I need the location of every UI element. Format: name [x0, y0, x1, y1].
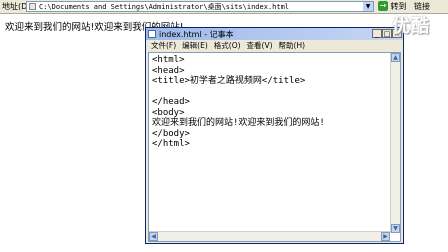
code-line: <head>	[152, 65, 185, 76]
code-line: </head>	[152, 97, 190, 107]
scroll-left-icon[interactable]: ◀	[149, 232, 158, 241]
notepad-editor[interactable]: <html> <head> <title>初学者之路视频网</title> </…	[148, 52, 401, 242]
menu-edit[interactable]: 编辑(E)	[182, 40, 208, 51]
notepad-icon	[148, 30, 156, 38]
notepad-window: index.html - 记事本 _ □ × 文件(F) 编辑(E) 格式(O)…	[145, 27, 404, 244]
links-button[interactable]: 链接	[414, 1, 430, 12]
code-line: 欢迎来到我们的网站!欢迎来到我们的网站!	[152, 118, 325, 128]
code-line: <html>	[152, 55, 185, 65]
notepad-menubar: 文件(F) 编辑(E) 格式(O) 查看(V) 帮助(H)	[146, 40, 403, 51]
address-input[interactable]: C:\Documents and Settings\Administrator\…	[26, 1, 374, 12]
menu-format[interactable]: 格式(O)	[214, 40, 241, 51]
menu-view[interactable]: 查看(V)	[247, 40, 273, 51]
address-bar: 地址(D) C:\Documents and Settings\Administ…	[0, 0, 448, 14]
code-line: <body>	[152, 107, 185, 118]
horizontal-scrollbar[interactable]: ◀ ▶	[149, 231, 390, 241]
scroll-up-icon[interactable]: ▲	[391, 53, 400, 62]
minimize-icon[interactable]: _	[372, 29, 382, 38]
menu-help[interactable]: 帮助(H)	[279, 40, 306, 51]
go-arrow-icon: →	[378, 1, 388, 11]
notepad-title: index.html - 记事本	[159, 30, 234, 39]
maximize-icon[interactable]: □	[382, 29, 392, 38]
address-text: C:\Documents and Settings\Administrator\…	[39, 3, 290, 11]
code-line: <title>初学者之路视频网</title>	[152, 76, 306, 86]
code-line: </html>	[152, 139, 190, 149]
scroll-down-icon[interactable]: ▼	[391, 224, 400, 233]
youku-watermark: 优酷	[392, 16, 430, 37]
go-label: 转到	[390, 2, 407, 11]
chevron-down-icon[interactable]: ▼	[363, 2, 373, 11]
vertical-scrollbar[interactable]: ▲ ▼	[390, 53, 400, 233]
notepad-titlebar[interactable]: index.html - 记事本 _ □ ×	[146, 28, 403, 40]
scroll-right-icon[interactable]: ▶	[381, 232, 390, 241]
code-line: </body>	[152, 128, 190, 139]
page-icon	[29, 3, 36, 10]
menu-file[interactable]: 文件(F)	[151, 40, 176, 51]
